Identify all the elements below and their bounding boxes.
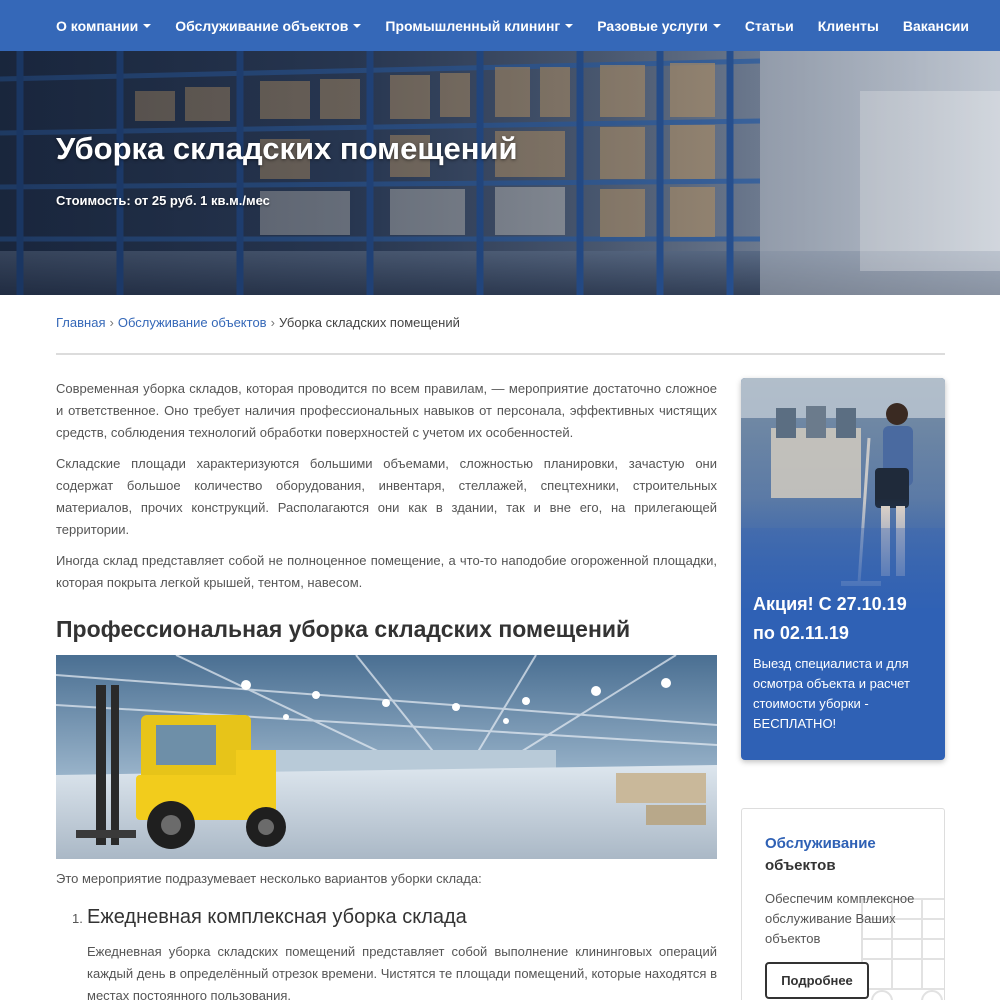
breadcrumb-separator: › bbox=[270, 315, 275, 330]
main-nav: О компании Обслуживание объектов Промышл… bbox=[0, 0, 1000, 51]
article-caption: Это мероприятие подразумевает несколько … bbox=[56, 871, 482, 886]
breadcrumb-current: Уборка складских помещений bbox=[278, 315, 460, 330]
article-paragraph: Современная уборка складов, которая пров… bbox=[56, 381, 717, 440]
nav-item-about[interactable]: О компании bbox=[56, 17, 152, 34]
nav-item-label: О компании bbox=[56, 17, 139, 34]
nav-item-label: Промышленный клининг bbox=[385, 17, 561, 34]
step-number: 1. bbox=[72, 911, 83, 926]
step-description: Ежедневная уборка складских помещений пр… bbox=[87, 944, 717, 1000]
article-heading: Профессиональная уборка складских помеще… bbox=[56, 616, 631, 642]
breadcrumb-separator: › bbox=[109, 315, 114, 330]
nav-item-label: Обслуживание объектов bbox=[175, 17, 349, 34]
nav-item-clients[interactable]: Клиенты bbox=[818, 18, 879, 34]
promo-text: Выезд специалиста и для осмотра объекта … bbox=[753, 656, 910, 731]
step-title: Ежедневная комплексная уборка склада bbox=[87, 906, 467, 928]
nav-item-facility-service[interactable]: Обслуживание объектов bbox=[175, 17, 362, 34]
cleaning-steps-list: 1. Ежедневная комплексная уборка склада … bbox=[56, 906, 717, 1000]
caret-down-icon bbox=[143, 23, 152, 28]
caret-down-icon bbox=[712, 23, 721, 28]
breadcrumb-home-link[interactable]: Главная bbox=[56, 315, 105, 330]
caret-down-icon bbox=[353, 23, 362, 28]
breadcrumb-section-link[interactable]: Обслуживание объектов bbox=[118, 315, 267, 330]
card-title-accent: Обслуживание bbox=[765, 835, 876, 852]
card-text: Обеспечим комплексное обслуживание Ваших… bbox=[765, 891, 915, 946]
promo-title: Акция! С 27.10.19 по 02.11.19 bbox=[753, 590, 938, 648]
promo-title-line: по 02.11.19 bbox=[753, 623, 849, 643]
section-divider bbox=[56, 353, 945, 355]
article-content: Современная уборка складов, которая пров… bbox=[56, 378, 717, 1000]
nav-item-label: Вакансии bbox=[902, 17, 970, 34]
hero-banner: Уборка складских помещений Стоимость: от… bbox=[0, 51, 1000, 295]
nav-item-vacancies[interactable]: Вакансии bbox=[903, 18, 969, 34]
article-paragraph: Складские площади характеризуются больши… bbox=[56, 456, 717, 537]
breadcrumb: Главная › Обслуживание объектов › Уборка скл… bbox=[56, 315, 460, 330]
list-item: 1. Ежедневная комплексная уборка склада bbox=[56, 906, 717, 929]
nav-item-articles[interactable]: Статьи bbox=[745, 18, 794, 34]
more-details-button[interactable]: Подробнее bbox=[765, 962, 869, 999]
nav-item-one-time-services[interactable]: Разовые услуги bbox=[597, 18, 721, 34]
hero-overlay bbox=[0, 51, 1000, 295]
nav-item-label: Клиенты bbox=[817, 17, 879, 34]
nav-list: О компании Обслуживание объектов Промышл… bbox=[56, 0, 993, 51]
nav-item-industrial-cleaning[interactable]: Промышленный клининг bbox=[385, 17, 574, 34]
caret-down-icon bbox=[565, 23, 574, 28]
price-label: Стоимость: от 25 руб. 1 кв.м./мес bbox=[56, 193, 270, 208]
page-title: Уборка складских помещений bbox=[56, 131, 518, 166]
nav-item-label: Разовые услуги bbox=[597, 17, 708, 34]
promo-title-line: Акция! С 27.10.19 bbox=[753, 594, 907, 614]
warehouse-forklift-image bbox=[56, 655, 717, 859]
nav-item-label: Статьи bbox=[744, 17, 794, 34]
article-paragraph: Иногда склад представляет собой не полно… bbox=[56, 553, 717, 590]
service-card: Обслуживание объектов Обеспечим комплекс… bbox=[741, 808, 945, 1000]
promo-banner[interactable]: Акция! С 27.10.19 по 02.11.19 Выезд спец… bbox=[741, 378, 945, 760]
card-title: объектов bbox=[765, 857, 836, 874]
